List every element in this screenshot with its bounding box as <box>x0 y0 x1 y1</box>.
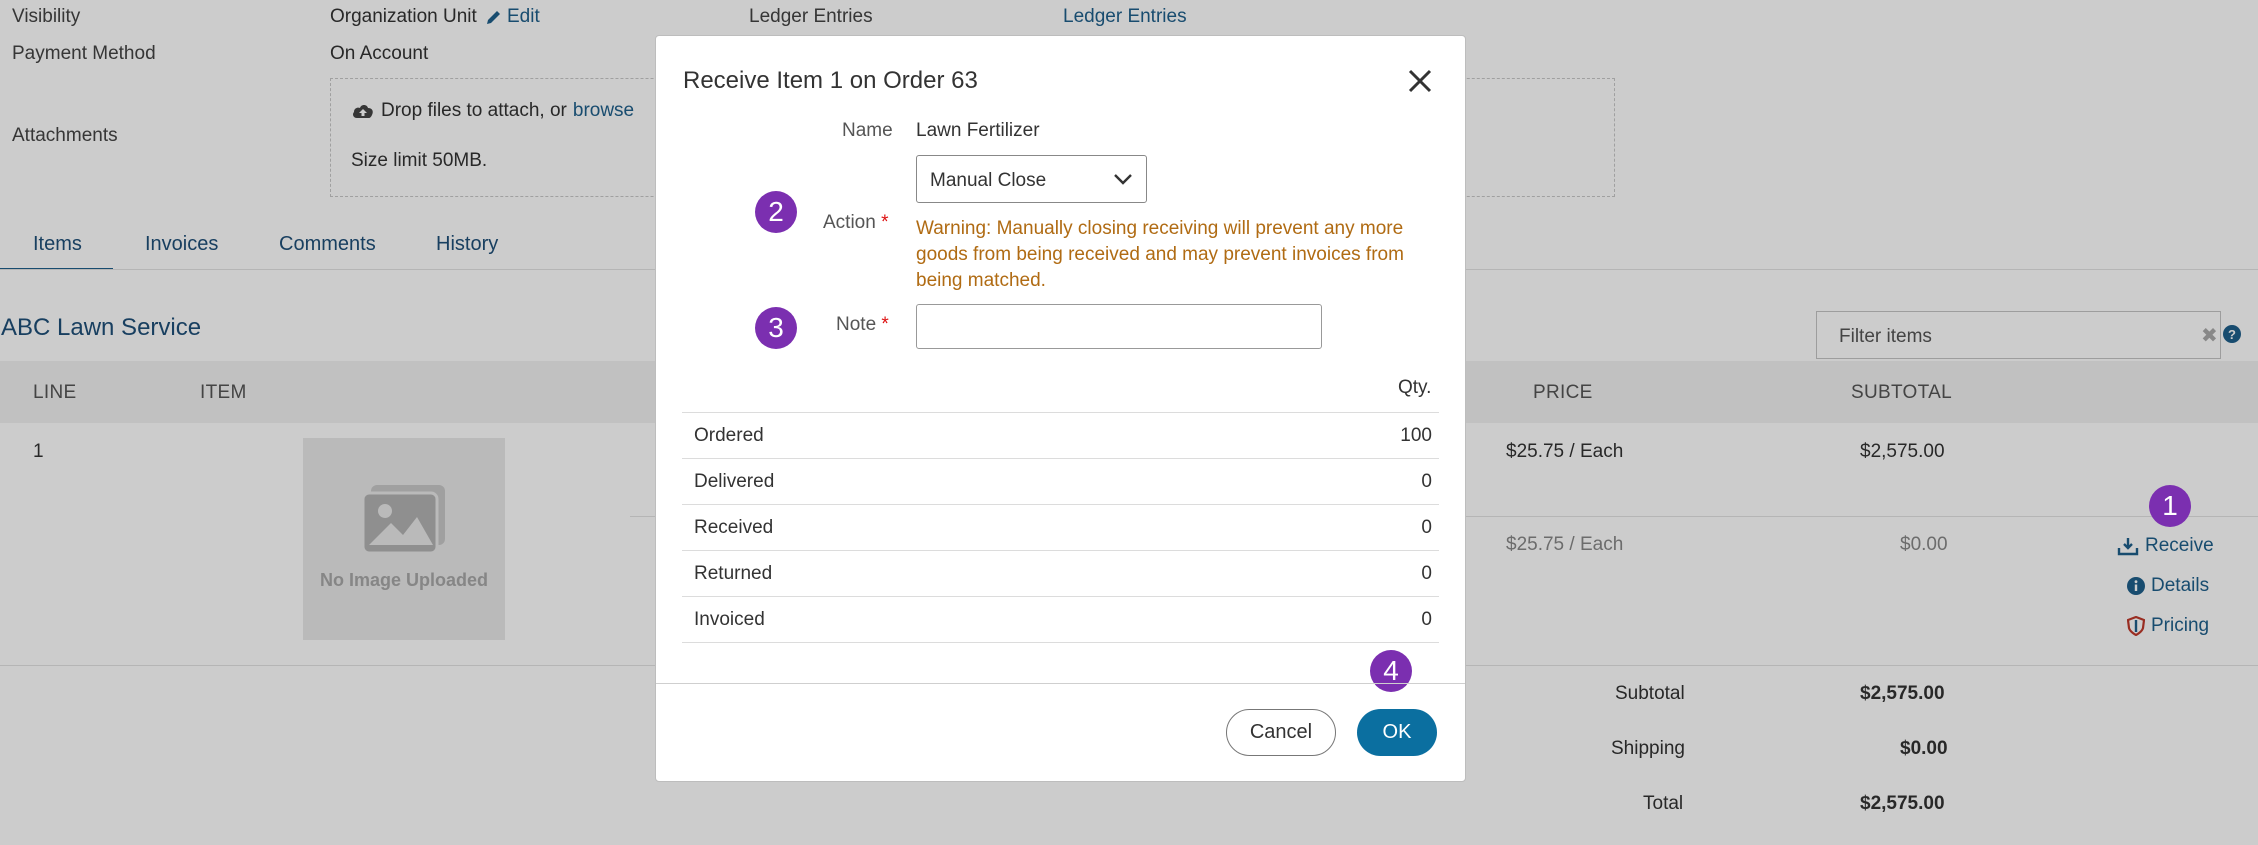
step-marker-4: 4 <box>1370 650 1412 692</box>
qty-row-invoiced: Invoiced 0 <box>682 597 1439 642</box>
qty-row-returned: Returned 0 <box>682 551 1439 596</box>
qty-row-ordered: Ordered 100 <box>682 413 1439 458</box>
step-marker-1: 1 <box>2149 485 2191 527</box>
qty-row-value: 0 <box>1421 609 1432 630</box>
qty-row-label: Returned <box>694 563 773 584</box>
qty-row-label: Ordered <box>694 425 764 446</box>
qty-row-divider <box>682 642 1439 643</box>
name-value: Lawn Fertilizer <box>916 120 1040 141</box>
qty-row-value: 0 <box>1421 517 1432 538</box>
note-required-mark: * <box>881 314 889 335</box>
qty-row-label: Invoiced <box>694 609 765 630</box>
qty-row-received: Received 0 <box>682 505 1439 550</box>
action-required-mark: * <box>881 212 889 233</box>
action-selected-value: Manual Close <box>930 170 1047 191</box>
qty-row-value: 100 <box>1400 425 1432 446</box>
qty-row-value: 0 <box>1421 471 1432 492</box>
name-label: Name <box>842 120 893 141</box>
qty-row-delivered: Delivered 0 <box>682 459 1439 504</box>
manual-close-warning: Warning: Manually closing receiving will… <box>916 218 1404 291</box>
receive-item-dialog: Receive Item 1 on Order 63 Name Lawn Fer… <box>655 35 1466 782</box>
chevron-down-icon <box>1114 174 1132 185</box>
qty-row-value: 0 <box>1421 563 1432 584</box>
action-select[interactable]: Manual Close <box>916 155 1147 203</box>
qty-row-label: Delivered <box>694 471 775 492</box>
dialog-footer-divider <box>656 683 1465 684</box>
qty-header: Qty. <box>1398 377 1432 398</box>
quantity-table: Ordered 100 Delivered 0 Received 0 Retur… <box>682 412 1439 643</box>
ok-button[interactable]: OK <box>1357 709 1437 756</box>
qty-row-label: Received <box>694 517 774 538</box>
note-label-text: Note <box>836 314 877 335</box>
note-input[interactable] <box>916 304 1322 349</box>
step-marker-3: 3 <box>755 307 797 349</box>
action-label-text: Action <box>823 212 876 233</box>
note-label: Note * <box>836 314 889 336</box>
dialog-title: Receive Item 1 on Order 63 <box>683 67 978 94</box>
close-icon[interactable] <box>1407 68 1433 94</box>
action-label: Action * <box>823 212 889 234</box>
cancel-button[interactable]: Cancel <box>1226 709 1336 756</box>
step-marker-2: 2 <box>755 191 797 233</box>
